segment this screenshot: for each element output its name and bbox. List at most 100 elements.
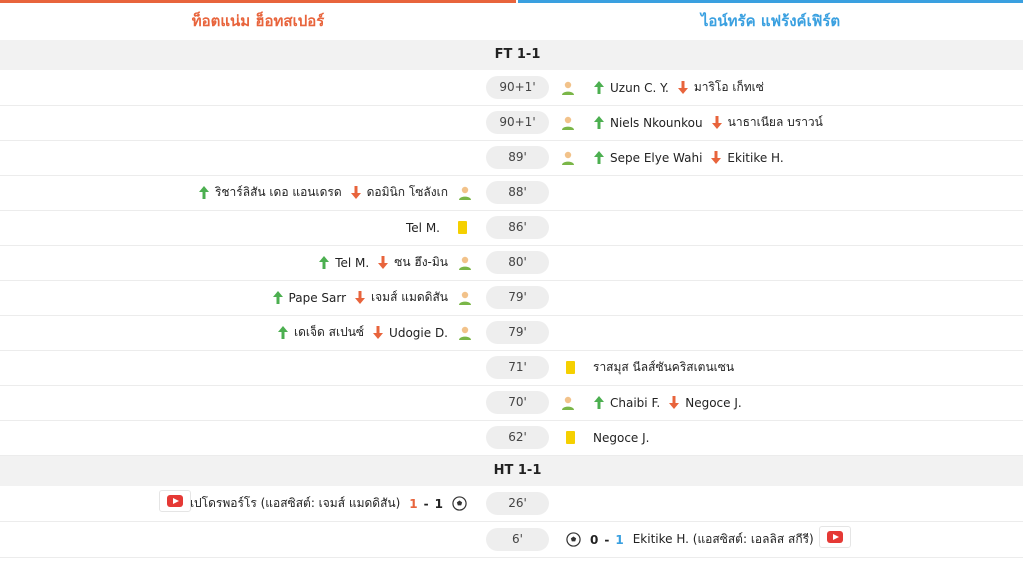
event-minute: 6' (486, 528, 549, 551)
event-row: 89' Sepe Elye Wahi Ekitike H. (0, 140, 1023, 176)
event-row: ริชาร์ลิสัน เดอ แอนเดรด ดอมินิก โซลังเก … (0, 175, 1023, 211)
home-event: Tel M. (406, 210, 473, 245)
player-out-name[interactable]: Ekitike H. (727, 151, 783, 165)
home-event: เดเจ็ด สเปนซ์ Udogie D. (278, 315, 473, 350)
arrow-down-icon (350, 186, 361, 199)
event-minute: 70' (486, 391, 549, 414)
arrow-down-icon (355, 291, 366, 304)
event-minute: 80' (486, 251, 549, 274)
goal-scorer-name[interactable]: Ekitike H. (แอสซิสต์: เอลลิส สกีรี) (633, 530, 814, 549)
score-dash: - (423, 496, 429, 511)
player-icon (560, 115, 576, 131)
arrow-down-icon (711, 116, 722, 129)
halftime-score: HT 1-1 (493, 463, 542, 478)
event-row: 62' Negoce J. (0, 420, 1023, 456)
event-row: 90+1' Niels Nkounkou นาธาเนียล บราวน์ (0, 105, 1023, 141)
event-row: 70' Chaibi F. Negoce J. (0, 385, 1023, 421)
video-icon (827, 531, 843, 543)
video-icon (167, 495, 183, 507)
event-row: 90+1' Uzun C. Y. มาริโอ เก็ทเซ่ (0, 70, 1023, 106)
event-row: 71' ราสมุส นีลส์ซันคริสเตนเซน (0, 350, 1023, 386)
score-away: 1 (615, 532, 624, 547)
player-out-name[interactable]: ดอมินิก โซลังเก (367, 183, 448, 202)
event-minute: 90+1' (486, 111, 549, 134)
arrow-up-icon (594, 116, 604, 129)
event-row: Tel M. 86' (0, 210, 1023, 246)
arrow-down-icon (378, 256, 389, 269)
player-in-name[interactable]: Sepe Elye Wahi (610, 151, 702, 165)
arrow-down-icon (669, 396, 680, 409)
away-event: Chaibi F. Negoce J. (560, 385, 742, 420)
home-event: Tel M. ซน ฮึง-มิน (319, 245, 473, 280)
event-minute: 88' (486, 181, 549, 204)
away-team-name[interactable]: ไอน์ทรัค แฟร้งค์เฟิร์ต (518, 3, 1023, 40)
event-row: 6' 0 - 1 Ekitike H. (แอสซิสต์: เอลลิส สก… (0, 522, 1023, 558)
player-in-name[interactable]: ริชาร์ลิสัน เดอ แอนเดรด (215, 183, 342, 202)
player-icon (560, 80, 576, 96)
player-in-name[interactable]: เดเจ็ด สเปนซ์ (294, 323, 364, 342)
arrow-down-icon (711, 151, 722, 164)
score-dash: - (604, 532, 610, 547)
event-minute: 71' (486, 356, 549, 379)
football-icon (452, 496, 467, 511)
carded-player-name[interactable]: Tel M. (406, 221, 440, 235)
yellow-card-icon (458, 221, 467, 234)
score-away: 1 (434, 496, 443, 511)
arrow-up-icon (278, 326, 289, 339)
home-event: เปโดรพอร์โร (แอสซิสต์: เจมส์ แมดดิสัน) 1… (190, 486, 473, 521)
player-icon (560, 150, 576, 166)
fulltime-separator: FT 1-1 (0, 40, 1023, 70)
event-row: Tel M. ซน ฮึง-มิน 80' (0, 245, 1023, 281)
player-icon (457, 255, 473, 271)
halftime-separator: HT 1-1 (0, 456, 1023, 486)
home-event: ริชาร์ลิสัน เดอ แอนเดรด ดอมินิก โซลังเก (198, 175, 473, 210)
event-minute: 79' (486, 321, 549, 344)
player-icon (560, 395, 576, 411)
player-icon (457, 325, 473, 341)
away-event: 0 - 1 Ekitike H. (แอสซิสต์: เอลลิส สกีรี… (560, 522, 814, 557)
player-in-name[interactable]: Uzun C. Y. (610, 81, 669, 95)
away-event: Uzun C. Y. มาริโอ เก็ทเซ่ (560, 70, 764, 105)
arrow-up-icon (594, 396, 604, 409)
player-icon (457, 185, 473, 201)
event-row: Pape Sarr เจมส์ แมดดิสัน 79' (0, 280, 1023, 316)
score-home: 0 (590, 532, 599, 547)
video-button[interactable] (159, 490, 191, 512)
event-minute: 89' (486, 146, 549, 169)
player-in-name[interactable]: Chaibi F. (610, 396, 660, 410)
event-minute: 90+1' (486, 76, 549, 99)
event-row: เดเจ็ด สเปนซ์ Udogie D. 79' (0, 315, 1023, 351)
player-in-name[interactable]: Tel M. (335, 256, 369, 270)
arrow-up-icon (272, 291, 283, 304)
home-event: Pape Sarr เจมส์ แมดดิสัน (272, 280, 473, 315)
event-row: เปโดรพอร์โร (แอสซิสต์: เจมส์ แมดดิสัน) 1… (0, 486, 1023, 522)
carded-player-name[interactable]: Negoce J. (593, 431, 649, 445)
player-in-name[interactable]: Pape Sarr (289, 291, 347, 305)
goal-scorer-name[interactable]: เปโดรพอร์โร (แอสซิสต์: เจมส์ แมดดิสัน) (190, 494, 400, 513)
arrow-up-icon (319, 256, 330, 269)
player-out-name[interactable]: Negoce J. (685, 396, 741, 410)
fulltime-score: FT 1-1 (494, 47, 541, 62)
yellow-card-icon (566, 431, 575, 444)
player-out-name[interactable]: Udogie D. (389, 326, 448, 340)
player-icon (457, 290, 473, 306)
yellow-card-icon (566, 361, 575, 374)
player-in-name[interactable]: Niels Nkounkou (610, 116, 703, 130)
score-home: 1 (409, 496, 418, 511)
player-out-name[interactable]: ซน ฮึง-มิน (394, 253, 448, 272)
carded-player-name[interactable]: ราสมุส นีลส์ซันคริสเตนเซน (593, 358, 734, 377)
arrow-up-icon (594, 81, 604, 94)
football-icon (566, 532, 581, 547)
away-event: ราสมุส นีลส์ซันคริสเตนเซน (560, 350, 734, 385)
player-out-name[interactable]: เจมส์ แมดดิสัน (371, 288, 448, 307)
arrow-down-icon (677, 81, 688, 94)
player-out-name[interactable]: มาริโอ เก็ทเซ่ (694, 78, 764, 97)
player-out-name[interactable]: นาธาเนียล บราวน์ (728, 113, 823, 132)
arrow-down-icon (373, 326, 384, 339)
away-event: Niels Nkounkou นาธาเนียล บราวน์ (560, 105, 823, 140)
event-minute: 26' (486, 492, 549, 515)
arrow-up-icon (198, 186, 209, 199)
home-team-name[interactable]: ท็อตแน่ม ฮ็อทสเปอร์ (0, 3, 516, 40)
event-minute: 62' (486, 426, 549, 449)
video-button[interactable] (819, 526, 851, 548)
